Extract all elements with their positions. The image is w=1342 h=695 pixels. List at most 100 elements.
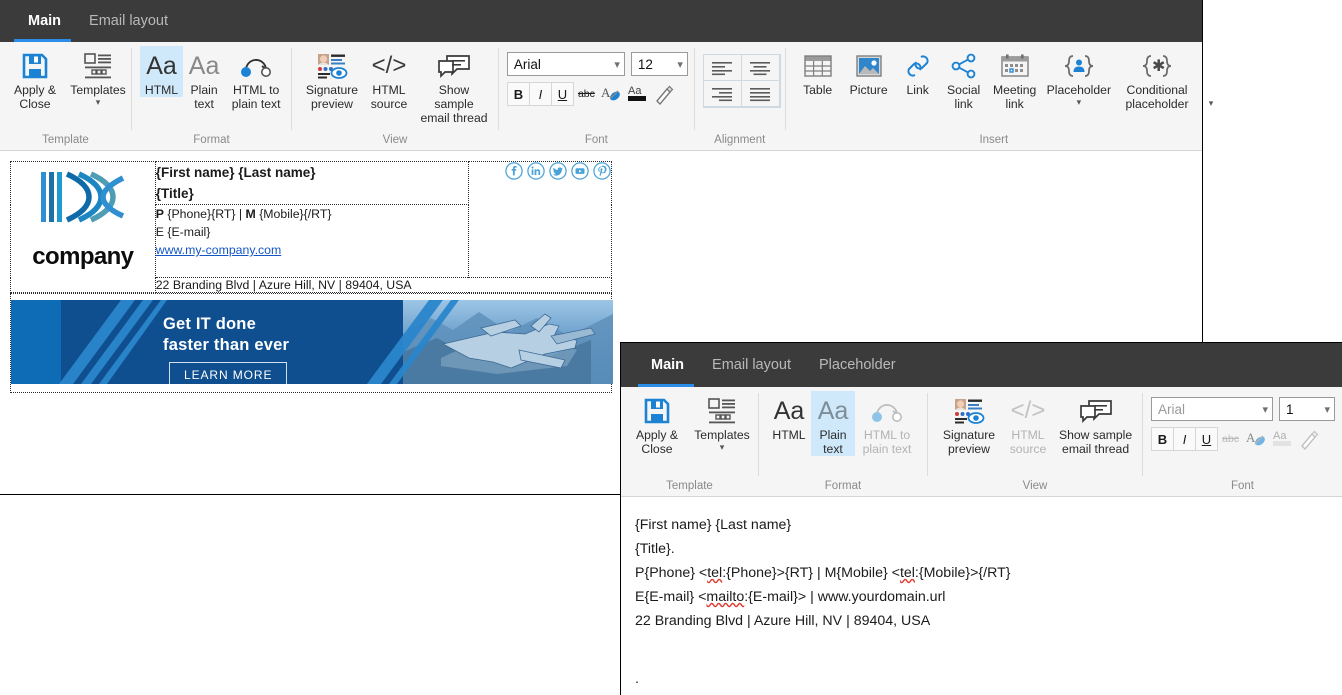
templates-button[interactable]: Templates ▾	[689, 391, 755, 452]
chevron-down-icon[interactable]: ▾	[96, 98, 101, 107]
align-justify-button[interactable]	[740, 80, 780, 107]
apply-and-close-button[interactable]: Apply & Close	[4, 46, 66, 111]
website-link[interactable]: www.my-company.com	[156, 243, 282, 257]
font-size-select[interactable]: 1 ▾	[1279, 397, 1335, 421]
font-size-value: 1	[1286, 401, 1294, 417]
phone-value: {Phone}{RT} |	[163, 207, 246, 221]
bold-button[interactable]: B	[1151, 427, 1174, 451]
alignment-buttons	[702, 54, 781, 108]
chevron-down-icon[interactable]: ▾	[677, 58, 683, 71]
bold-button[interactable]: B	[506, 82, 530, 106]
banner-headline-line2: faster than ever	[163, 336, 290, 354]
insert-placeholder-button[interactable]: Placeholder ▾	[1042, 46, 1116, 107]
signature-preview-button[interactable]: Signature preview	[300, 46, 364, 111]
chevron-down-icon[interactable]: ▾	[1077, 98, 1082, 107]
insert-table-button[interactable]: Table	[794, 46, 842, 97]
html-to-plain-text-label: HTML to plain text	[862, 428, 912, 456]
insert-meeting-link-button[interactable]: Meeting link	[988, 46, 1042, 111]
linkedin-icon[interactable]	[527, 162, 545, 180]
tab-email-layout[interactable]: Email layout	[698, 343, 805, 387]
tab-placeholder[interactable]: Placeholder	[805, 343, 910, 387]
font-size-value: 12	[637, 56, 653, 72]
format-plain-text-button[interactable]: Aa Plain text	[183, 46, 225, 112]
chat-bubbles-icon	[1077, 394, 1115, 428]
pinterest-icon[interactable]	[593, 162, 611, 180]
insert-social-link-button[interactable]: Social link	[940, 46, 988, 111]
insert-link-button[interactable]: Link	[896, 46, 940, 97]
social-links	[505, 162, 611, 180]
picture-icon	[855, 49, 883, 83]
save-icon	[20, 49, 50, 83]
signature-preview-button[interactable]: Signature preview	[936, 391, 1002, 456]
plain-text-editor-canvas[interactable]: {First name} {Last name} {Title}. P{Phon…	[621, 497, 1342, 695]
convert-arrow-icon	[870, 394, 904, 428]
company-logo	[11, 162, 155, 241]
screen: Main Email layout Apply & Close Template…	[0, 0, 1342, 695]
font-size-select[interactable]: 12 ▾	[630, 52, 688, 76]
format-plain-text-button[interactable]: Aa Plain text	[811, 391, 855, 456]
tab-main[interactable]: Main	[635, 343, 698, 387]
underline-button[interactable]: U	[1195, 427, 1218, 451]
chevron-down-icon[interactable]: ▾	[1262, 403, 1268, 416]
ribbon-group-view: Signature preview </> HTML source Show s…	[928, 387, 1142, 496]
format-painter-button[interactable]	[651, 82, 678, 106]
signature-preview-label: Signature preview	[305, 83, 359, 111]
highlight-color-button[interactable]: Aa	[1269, 427, 1296, 451]
mobile-prefix: M	[245, 207, 256, 221]
chevron-down-icon[interactable]: ▾	[1209, 99, 1214, 108]
ribbon-group-view: Signature preview </> HTML source Show s…	[292, 42, 498, 150]
insert-table-label: Table	[803, 83, 833, 97]
html-source-button[interactable]: </> HTML source	[1002, 391, 1054, 456]
aa-icon: Aa	[773, 396, 805, 425]
italic-button[interactable]: I	[1173, 427, 1196, 451]
show-sample-email-thread-button[interactable]: Show sample email thread	[1054, 391, 1137, 456]
chevron-down-icon[interactable]: ▾	[1324, 403, 1330, 416]
promo-banner-image[interactable]: Get IT done faster than ever LEARN MORE	[11, 300, 613, 384]
insert-link-label: Link	[906, 83, 929, 97]
font-family-value: Arial	[1158, 401, 1186, 417]
underline-button[interactable]: U	[550, 82, 574, 106]
insert-conditional-placeholder-button[interactable]: ✱ Conditional placeholder ▾	[1116, 46, 1213, 120]
twitter-icon[interactable]	[549, 162, 567, 180]
font-family-select[interactable]: Arial ▾	[1151, 397, 1273, 421]
banner-learn-more-button[interactable]: LEARN MORE	[169, 362, 288, 384]
show-sample-email-thread-button[interactable]: Show sample email thread	[414, 46, 494, 125]
font-color-button[interactable]: A	[599, 82, 626, 106]
signature-block: company {First name} {Last name} {Title}	[0, 151, 1202, 293]
plain-text-body: {First name} {Last name} {Title}. P{Phon…	[621, 497, 1342, 633]
italic-button[interactable]: I	[528, 82, 552, 106]
font-color-button[interactable]: A	[1243, 427, 1270, 451]
format-painter-button[interactable]	[1295, 427, 1322, 451]
plain-line-title: {Title}.	[635, 541, 675, 557]
html-to-plain-text-button[interactable]: HTML to plain text	[225, 46, 287, 111]
tab-main[interactable]: Main	[14, 0, 75, 42]
html-source-button[interactable]: </> HTML source	[364, 46, 414, 111]
html-source-label: HTML source	[1009, 428, 1047, 456]
html-to-plain-text-button[interactable]: HTML to plain text	[855, 391, 919, 456]
chevron-down-icon[interactable]: ▾	[614, 58, 620, 71]
templates-button[interactable]: Templates ▾	[66, 46, 130, 107]
strikethrough-button[interactable]: abc	[573, 82, 600, 106]
align-left-button[interactable]	[702, 54, 742, 81]
tab-email-layout[interactable]: Email layout	[75, 0, 182, 42]
font-family-select[interactable]: Arial ▾	[506, 52, 625, 76]
apply-and-close-button[interactable]: Apply & Close	[625, 391, 689, 456]
format-plain-text-label: Plain text	[819, 428, 847, 456]
format-html-button[interactable]: Aa HTML	[139, 46, 184, 97]
phone-line: P {Phone}{RT} | M {Mobile}{/RT}	[156, 205, 468, 223]
youtube-icon[interactable]	[571, 162, 589, 180]
align-center-button[interactable]	[740, 54, 780, 81]
align-right-button[interactable]	[702, 80, 742, 107]
apply-and-close-label: Apply & Close	[635, 428, 678, 456]
format-html-button[interactable]: Aa HTML	[767, 391, 811, 443]
templates-icon	[83, 49, 113, 83]
highlight-color-button[interactable]: Aa	[625, 82, 652, 106]
signature-editor-window-plain-text: Main Email layout Placeholder Apply & Cl…	[620, 342, 1342, 695]
insert-picture-button[interactable]: Picture	[842, 46, 896, 97]
banner-headline-line1: Get IT done	[163, 315, 256, 333]
facebook-icon[interactable]	[505, 162, 523, 180]
email-line: E {E-mail}	[155, 225, 211, 239]
strikethrough-button[interactable]: abc	[1217, 427, 1244, 451]
chevron-down-icon[interactable]: ▾	[720, 443, 725, 452]
ribbon-tabbar: Main Email layout	[0, 0, 1202, 42]
